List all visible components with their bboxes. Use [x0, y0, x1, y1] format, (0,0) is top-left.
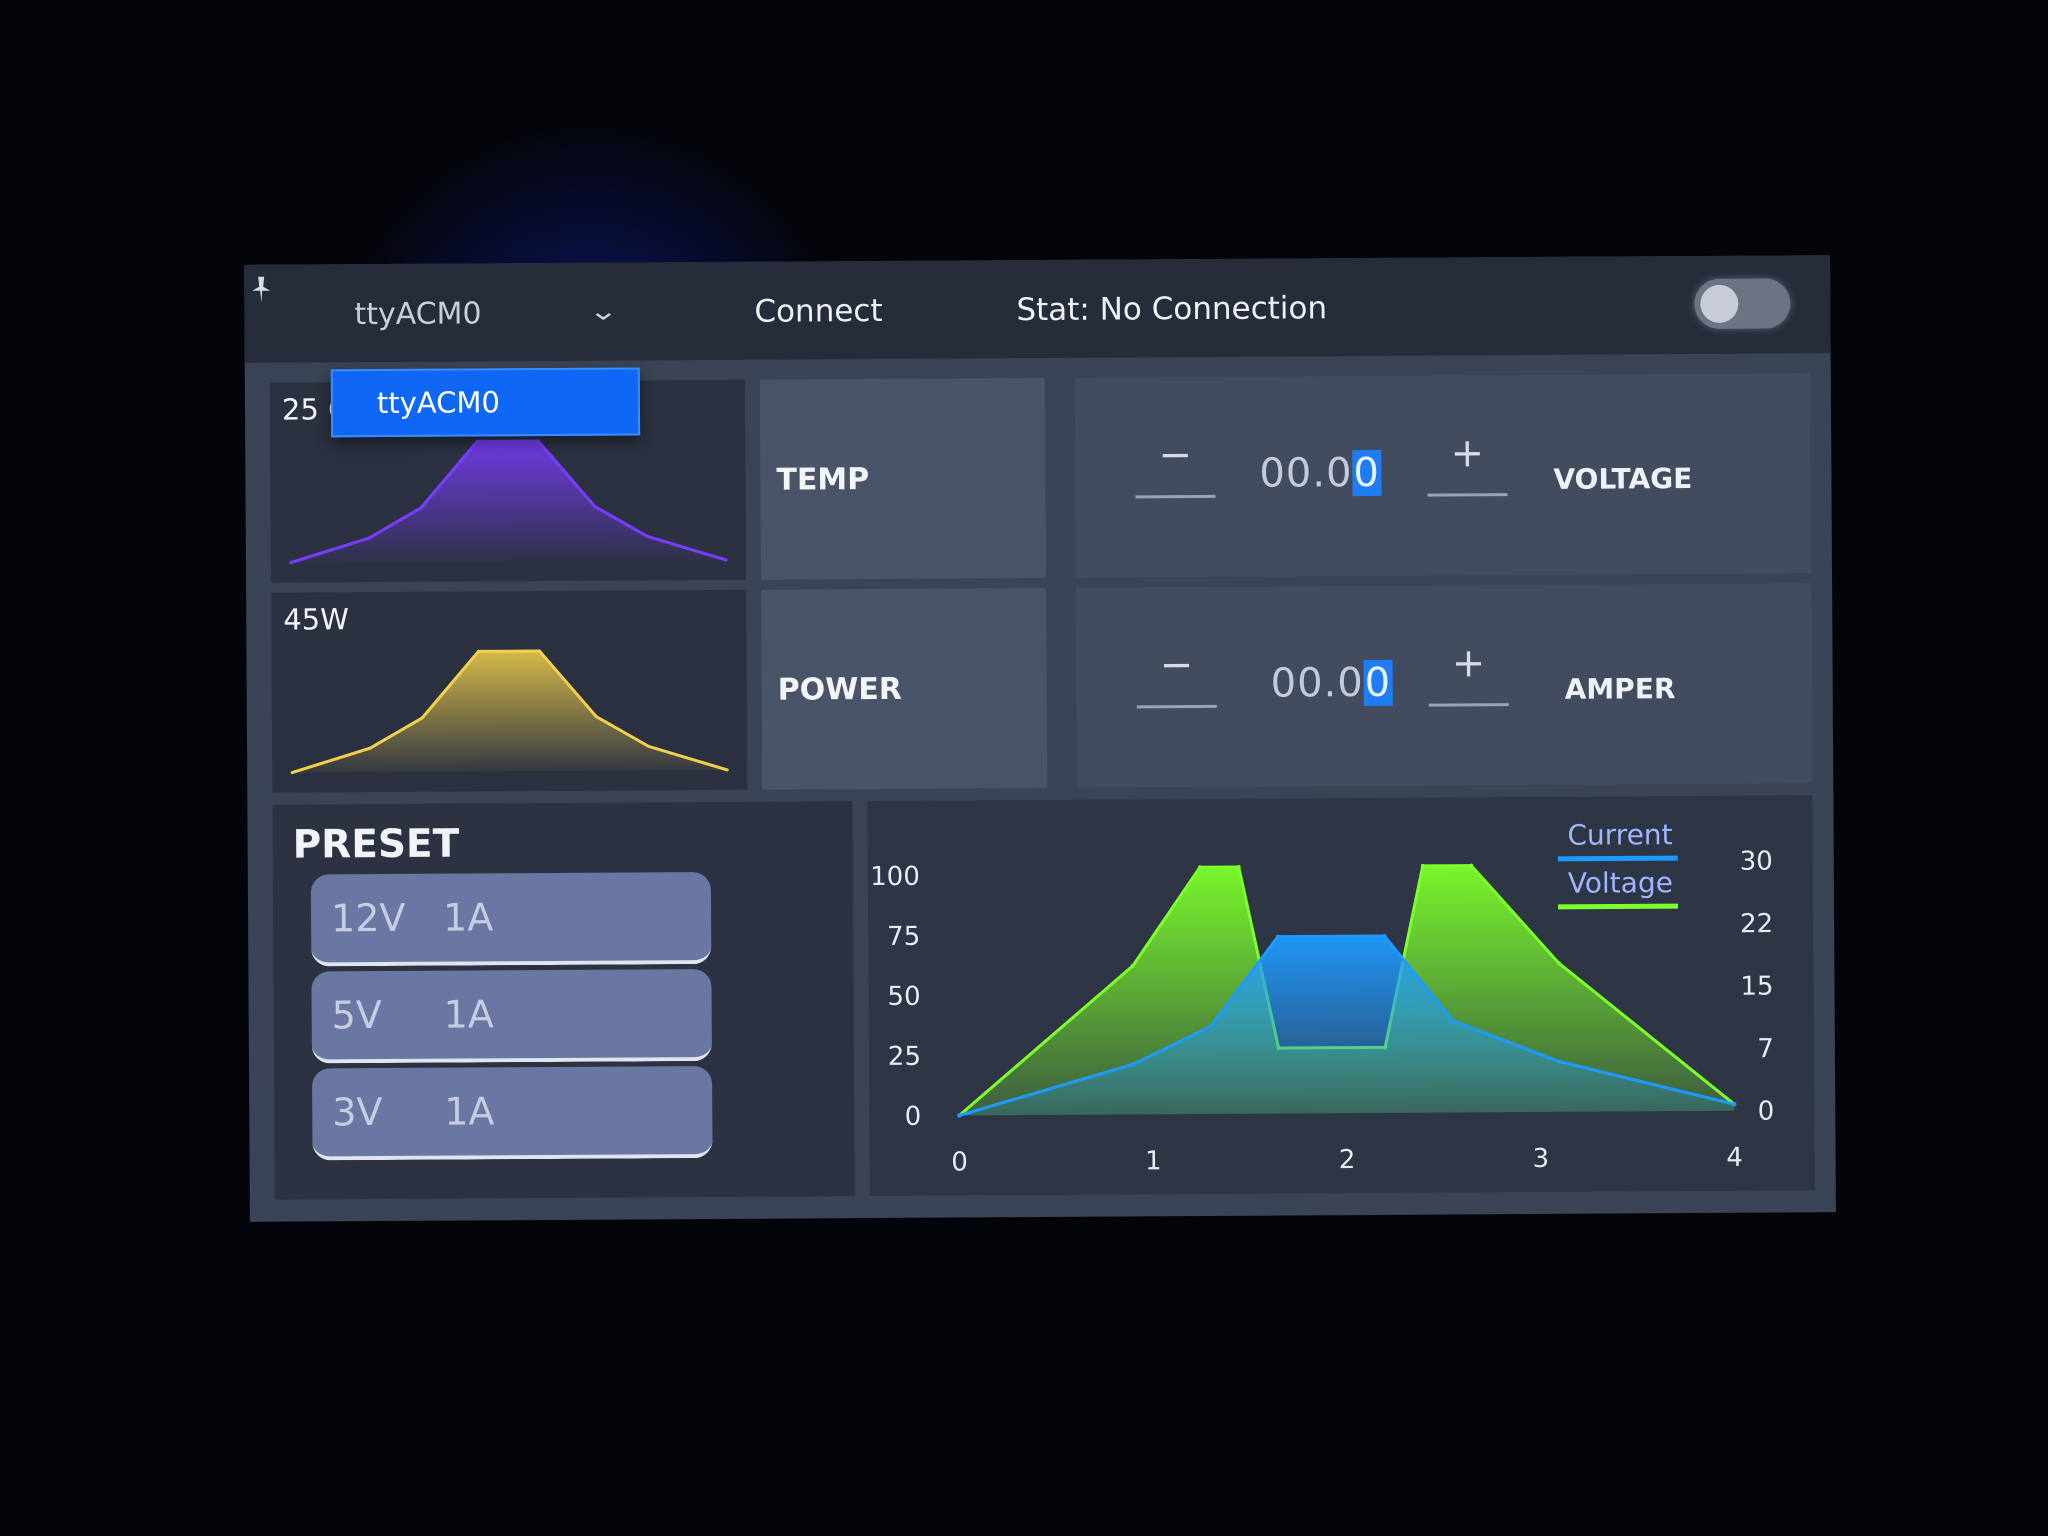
- connect-button[interactable]: Connect: [754, 283, 914, 340]
- voltage-value: 00.0: [1259, 450, 1353, 497]
- power-point: [594, 715, 598, 719]
- port-dropdown-option[interactable]: ttyACM0: [330, 367, 641, 438]
- preset-button-3v[interactable]: 3V 1A: [312, 1066, 713, 1161]
- voltage-value-field[interactable]: 00.00: [1259, 449, 1382, 497]
- power-point: [477, 649, 481, 653]
- x-tick-label: 3: [1532, 1144, 1549, 1174]
- series-point-current: [1382, 933, 1387, 938]
- temp-point: [419, 506, 423, 510]
- preset-button-12v[interactable]: 12V 1A: [310, 872, 712, 967]
- power-point: [725, 768, 729, 772]
- x-tick-label: 0: [951, 1147, 968, 1177]
- power-point: [537, 649, 541, 653]
- top-bar: ttyACM0 ⌄ Connect Stat: No Connection: [244, 255, 1831, 363]
- temp-point: [367, 536, 371, 540]
- preset-current: 1A: [443, 992, 494, 1037]
- preset-title: PRESET: [292, 821, 460, 868]
- temp-point: [475, 439, 479, 443]
- main-chart-panel: 100 75 50 25 0 30 22 15 7 0 0 1 2 3 4 Current Voltage: [867, 795, 1815, 1197]
- preset-voltage: 3V: [332, 1090, 383, 1135]
- series-point-current: [1450, 1018, 1455, 1023]
- y2-tick-label: 15: [1740, 972, 1773, 1002]
- power-point: [647, 744, 651, 748]
- series-point-voltage: [1197, 865, 1202, 870]
- y-tick-label: 25: [888, 1042, 921, 1072]
- y-tick-label: 50: [887, 982, 920, 1012]
- series-point-current: [957, 1113, 962, 1118]
- legend-swatch-voltage: [1558, 903, 1679, 910]
- port-select-value: ttyACM0: [354, 295, 482, 332]
- series-point-current: [1208, 1024, 1213, 1029]
- legend-label-current: Current: [1567, 818, 1672, 852]
- series-point-voltage: [1469, 863, 1474, 868]
- preset-voltage: 5V: [331, 993, 382, 1038]
- power-point: [368, 746, 372, 750]
- app-window: ttyACM0 ⌄ Connect Stat: No Connection 25…: [244, 255, 1836, 1222]
- pin-icon[interactable]: [244, 273, 278, 307]
- preset-panel: PRESET 12V 1A 5V 1A 3V 1A: [272, 801, 855, 1200]
- port-select[interactable]: ttyACM0 ⌄: [354, 285, 624, 343]
- voltage-increment-button[interactable]: +: [1427, 423, 1508, 497]
- y-tick-label: 100: [870, 862, 920, 892]
- preset-current: 1A: [442, 895, 494, 940]
- legend-swatch-current: [1557, 855, 1678, 862]
- voltage-label: VOLTAGE: [1553, 462, 1693, 496]
- temp-point: [593, 505, 597, 509]
- x-tick-label: 2: [1339, 1145, 1356, 1175]
- amper-value: 00.0: [1270, 660, 1364, 707]
- power-label-tile: POWER: [761, 587, 1048, 790]
- amper-increment-button[interactable]: +: [1428, 633, 1509, 707]
- chevron-down-icon[interactable]: ⌄: [588, 297, 619, 327]
- y2-tick-label: 22: [1740, 909, 1773, 939]
- amper-value-field[interactable]: 00.00: [1270, 659, 1393, 707]
- power-reading: 45W: [283, 602, 349, 637]
- series-point-voltage: [1236, 864, 1241, 869]
- temp-label: TEMP: [776, 461, 870, 498]
- y-tick-label: 0: [905, 1102, 922, 1132]
- temp-point: [536, 439, 540, 443]
- series-point-current: [1275, 934, 1280, 939]
- power-area: [292, 651, 728, 773]
- power-chart-tile: 45W: [271, 589, 748, 793]
- power-label: POWER: [777, 671, 902, 708]
- x-tick-label: 4: [1726, 1143, 1743, 1173]
- series-point-current: [1732, 1102, 1737, 1107]
- series-point-voltage: [1557, 961, 1562, 966]
- voltage-decrement-button[interactable]: −: [1135, 424, 1216, 499]
- amper-cursor-digit: 0: [1363, 659, 1393, 707]
- amper-label: AMPER: [1564, 672, 1676, 706]
- temp-point: [724, 558, 728, 562]
- temp-point: [289, 561, 293, 565]
- preset-button-5v[interactable]: 5V 1A: [311, 969, 712, 1064]
- preset-voltage: 12V: [330, 895, 406, 941]
- series-point-current: [1131, 1062, 1136, 1067]
- amper-decrement-button[interactable]: −: [1136, 634, 1217, 709]
- toggle-knob: [1700, 284, 1739, 323]
- y2-tick-label: 7: [1757, 1034, 1774, 1064]
- power-point: [420, 716, 424, 720]
- voltage-cursor-digit: 0: [1352, 449, 1382, 497]
- temp-label-tile: TEMP: [759, 377, 1047, 580]
- y2-tick-label: 0: [1758, 1097, 1775, 1127]
- temp-point: [645, 534, 649, 538]
- status-text: Stat: No Connection: [1016, 290, 1328, 329]
- series-point-voltage: [1420, 863, 1425, 868]
- series-point-voltage: [1130, 963, 1135, 968]
- temp-area: [290, 441, 726, 563]
- voltage-control: − 00.00 + VOLTAGE: [1074, 373, 1812, 578]
- amper-control: − 00.00 + AMPER: [1076, 583, 1813, 788]
- x-tick-label: 1: [1145, 1146, 1162, 1176]
- y-tick-label: 75: [887, 922, 920, 952]
- current-voltage-chart: 1007550250302215700 1 2 3 4CurrentVoltage: [870, 818, 1775, 1177]
- y2-tick-label: 30: [1740, 847, 1773, 877]
- series-point-current: [1557, 1059, 1562, 1064]
- preset-current: 1A: [444, 1089, 495, 1134]
- power-point: [290, 771, 294, 775]
- legend-label-voltage: Voltage: [1568, 866, 1673, 900]
- power-toggle[interactable]: [1694, 278, 1791, 329]
